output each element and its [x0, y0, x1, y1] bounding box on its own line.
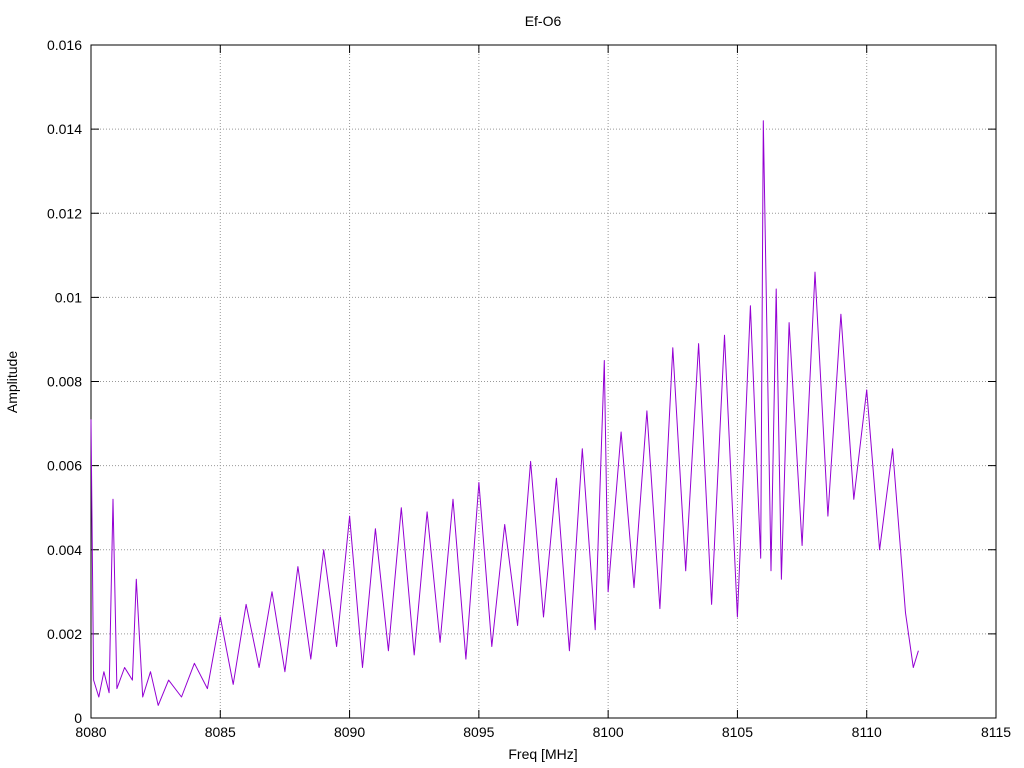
y-tick-label: 0.002 — [47, 626, 82, 642]
x-tick-label: 8095 — [463, 724, 494, 740]
line-chart: 8080 8085 8090 8095 8100 8105 8110 8115 0 0.002 0.… — [4, 13, 1011, 762]
y-tick-label: 0.004 — [47, 542, 82, 558]
x-tick-label: 8115 — [981, 724, 1011, 740]
y-tick-label: 0.016 — [47, 37, 82, 53]
x-tick-label: 8090 — [334, 724, 365, 740]
ticks: 8080 8085 8090 8095 8100 8105 8110 8115 0 0.002 0.… — [47, 37, 1011, 740]
series-layer — [90, 120, 919, 706]
y-tick-label: 0.01 — [55, 289, 82, 305]
x-tick-label: 8085 — [205, 724, 236, 740]
x-tick-label: 8100 — [593, 724, 624, 740]
y-tick-label: 0.008 — [47, 374, 82, 390]
series-line — [90, 120, 919, 706]
y-tick-label: 0.006 — [47, 458, 82, 474]
y-tick-label: 0.012 — [47, 205, 82, 221]
y-axis-label: Amplitude — [4, 351, 20, 413]
x-tick-label: 8110 — [852, 724, 882, 740]
x-axis-label: Freq [MHz] — [508, 746, 577, 762]
x-tick-label: 8105 — [722, 724, 753, 740]
chart-title: Ef-O6 — [525, 13, 562, 29]
chart-container: 8080 8085 8090 8095 8100 8105 8110 8115 0 0.002 0.… — [0, 0, 1024, 768]
x-tick-label: 8080 — [75, 724, 106, 740]
y-tick-label: 0.014 — [47, 121, 82, 137]
y-tick-label: 0 — [74, 710, 82, 726]
